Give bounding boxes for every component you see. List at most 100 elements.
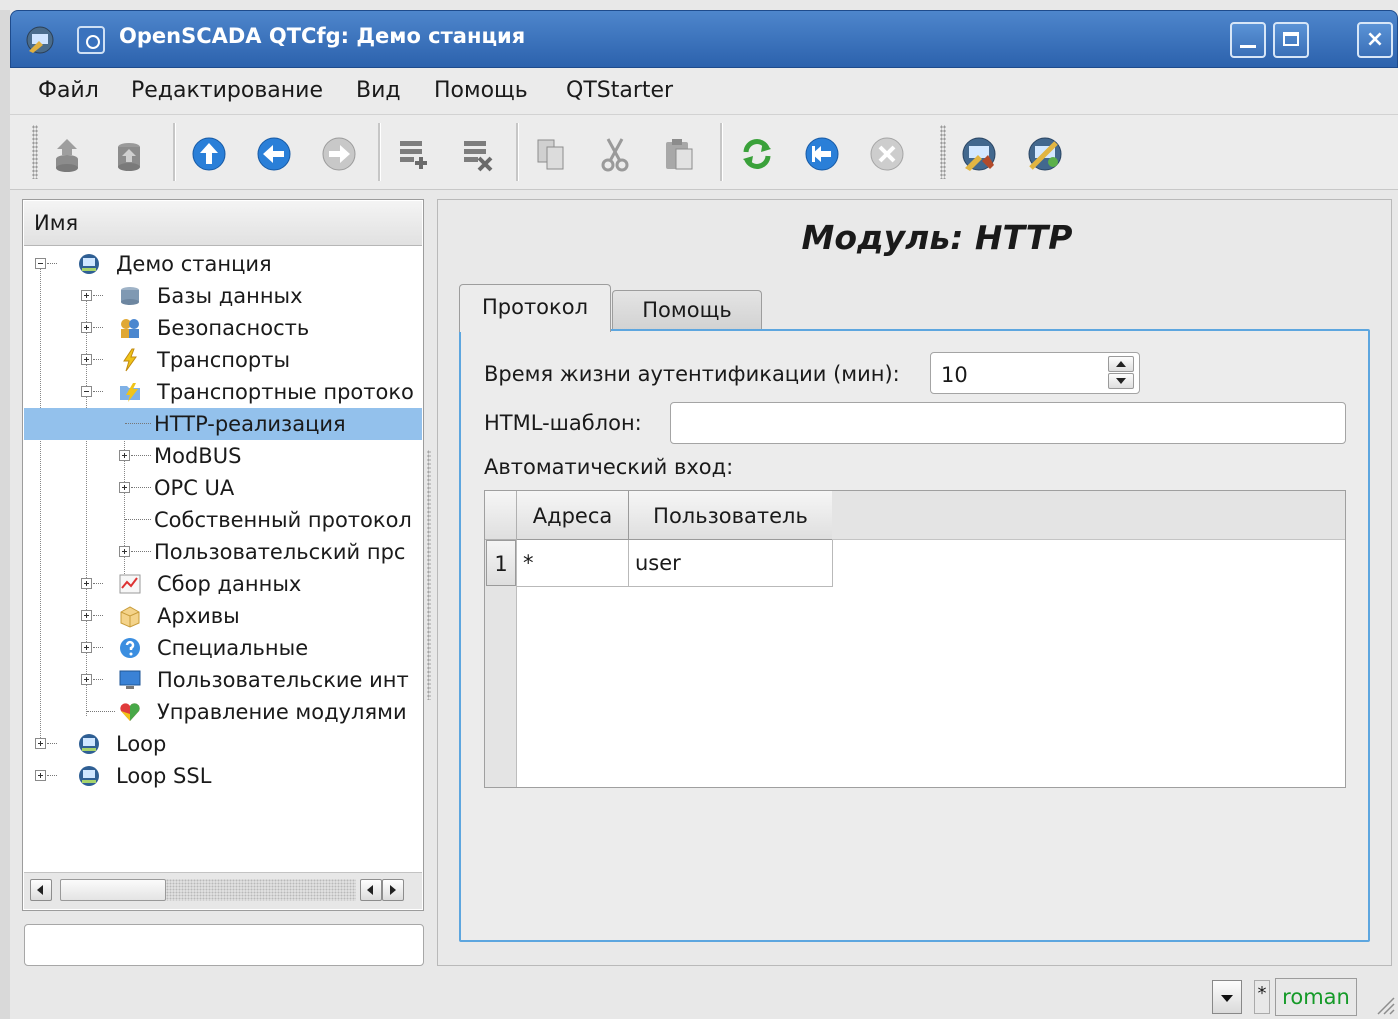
tree-item[interactable]: Loop SSL <box>24 760 422 792</box>
up-icon[interactable] <box>190 135 228 173</box>
expand-icon[interactable] <box>81 674 92 685</box>
html-template-input[interactable] <box>670 402 1346 444</box>
tree-item[interactable]: Транспорты <box>24 344 422 376</box>
data-acquisition-icon <box>119 574 141 594</box>
tree-item[interactable]: Пользовательские инт <box>24 664 422 696</box>
spin-up-button[interactable] <box>1108 356 1134 372</box>
expand-icon[interactable] <box>81 610 92 621</box>
expand-icon[interactable] <box>81 322 92 333</box>
expand-icon[interactable] <box>35 738 46 749</box>
auth-lifetime-label: Время жизни аутентификации (мин): <box>484 362 900 386</box>
auth-lifetime-spinbox[interactable]: 10 <box>930 352 1140 394</box>
db-save-icon[interactable] <box>110 135 148 173</box>
start-icon[interactable] <box>803 135 841 173</box>
stop-icon[interactable] <box>868 135 906 173</box>
toolbar-grip[interactable] <box>32 125 38 179</box>
item-delete-icon[interactable] <box>458 135 496 173</box>
tree-item[interactable]: Управление модулями <box>24 696 422 728</box>
auth-lifetime-value[interactable]: 10 <box>941 363 968 387</box>
menu-edit[interactable]: Редактирование <box>131 78 323 103</box>
tree-connector <box>131 487 151 488</box>
resize-grip-icon[interactable] <box>1374 992 1396 1016</box>
tree-connector <box>131 455 151 456</box>
expand-icon[interactable] <box>119 482 130 493</box>
tree-connector <box>125 423 151 424</box>
tab-protocol[interactable]: Протокол <box>459 284 611 332</box>
expand-icon[interactable] <box>35 770 46 781</box>
openscada-app-icon[interactable] <box>25 25 55 55</box>
status-dropdown-button[interactable] <box>1212 980 1242 1014</box>
pane-splitter[interactable] <box>427 450 431 700</box>
menu-file[interactable]: Файл <box>38 78 99 103</box>
toolbar-separator <box>173 123 176 181</box>
back-icon[interactable] <box>255 135 293 173</box>
row-header[interactable]: 1 <box>486 540 516 586</box>
toolbar-separator <box>378 123 381 181</box>
collapse-icon[interactable] <box>81 386 92 397</box>
tree-item[interactable]: Сбор данных <box>24 568 422 600</box>
table-cell-user[interactable]: user <box>629 540 833 587</box>
scroll-thumb[interactable] <box>60 879 166 901</box>
qtcfg-icon[interactable] <box>960 135 998 173</box>
menu-qtstarter[interactable]: QTStarter <box>566 78 673 103</box>
table-cell-address[interactable]: * <box>517 540 629 587</box>
tree-column-header[interactable]: Имя <box>24 201 422 246</box>
tree-filter-input[interactable] <box>24 924 424 966</box>
tree-item[interactable]: Пользовательский прс <box>24 536 422 568</box>
expand-icon[interactable] <box>81 290 92 301</box>
navigation-tree[interactable]: Имя Демо станция Базы данных Безопасност… <box>22 199 424 911</box>
tree-connector <box>47 263 57 264</box>
tree-item[interactable]: Демо станция <box>24 248 422 280</box>
maximize-button[interactable] <box>1273 22 1309 58</box>
tree-item[interactable]: Loop <box>24 728 422 760</box>
refresh-icon[interactable] <box>738 135 776 173</box>
toolbar <box>10 115 1398 190</box>
toolbar-grip[interactable] <box>940 125 946 179</box>
collapse-icon[interactable] <box>35 258 46 269</box>
tree-horizontal-scrollbar[interactable] <box>24 872 422 909</box>
menu-help[interactable]: Помощь <box>434 78 528 103</box>
expand-icon[interactable] <box>81 578 92 589</box>
scroll-right-button[interactable] <box>382 879 404 901</box>
column-header-user[interactable]: Пользователь <box>629 491 833 540</box>
title-bar[interactable]: OpenSCADA QTCfg: Демо станция × <box>10 10 1398 68</box>
tree-item[interactable]: Транспортные протоко <box>24 376 422 408</box>
tree-item[interactable]: Архивы <box>24 600 422 632</box>
tree-connector <box>47 743 57 744</box>
tree-connector <box>93 327 103 328</box>
scroll-left-button[interactable] <box>360 879 382 901</box>
scroll-track[interactable] <box>166 879 356 901</box>
tree-item[interactable]: Специальные <box>24 632 422 664</box>
current-user[interactable]: roman <box>1275 978 1357 1016</box>
minimize-button[interactable] <box>1230 22 1266 58</box>
database-icon <box>121 287 139 305</box>
tree-item[interactable]: Безопасность <box>24 312 422 344</box>
cut-icon[interactable] <box>596 135 634 173</box>
expand-icon[interactable] <box>119 450 130 461</box>
vision-icon[interactable] <box>1026 135 1064 173</box>
item-add-icon[interactable] <box>394 135 432 173</box>
copy-icon[interactable] <box>532 135 570 173</box>
table-corner-button[interactable] <box>485 491 517 540</box>
scroll-left-button[interactable] <box>30 879 52 901</box>
toolbar-separator <box>720 123 723 181</box>
forward-icon[interactable] <box>320 135 358 173</box>
menu-view[interactable]: Вид <box>356 78 401 103</box>
column-header-addresses[interactable]: Адреса <box>517 491 629 540</box>
tree-item[interactable]: ModBUS <box>24 440 422 472</box>
db-load-icon[interactable] <box>48 135 86 173</box>
tree-item[interactable]: Собственный протокол <box>24 504 422 536</box>
paste-icon[interactable] <box>660 135 698 173</box>
window-menu-button[interactable] <box>77 26 105 54</box>
tree-item[interactable]: Базы данных <box>24 280 422 312</box>
expand-icon[interactable] <box>119 546 130 557</box>
expand-icon[interactable] <box>81 642 92 653</box>
close-button[interactable]: × <box>1357 22 1393 58</box>
tree-item-selected[interactable]: HTTP-реализация <box>24 408 422 440</box>
tab-help[interactable]: Помощь <box>612 290 762 330</box>
tree-body: Демо станция Базы данных Безопасность Тр… <box>24 246 422 872</box>
auto-login-table[interactable]: Адреса Пользователь 1 * user <box>484 490 1346 788</box>
tree-item[interactable]: OPC UA <box>24 472 422 504</box>
expand-icon[interactable] <box>81 354 92 365</box>
spin-down-button[interactable] <box>1108 373 1134 389</box>
